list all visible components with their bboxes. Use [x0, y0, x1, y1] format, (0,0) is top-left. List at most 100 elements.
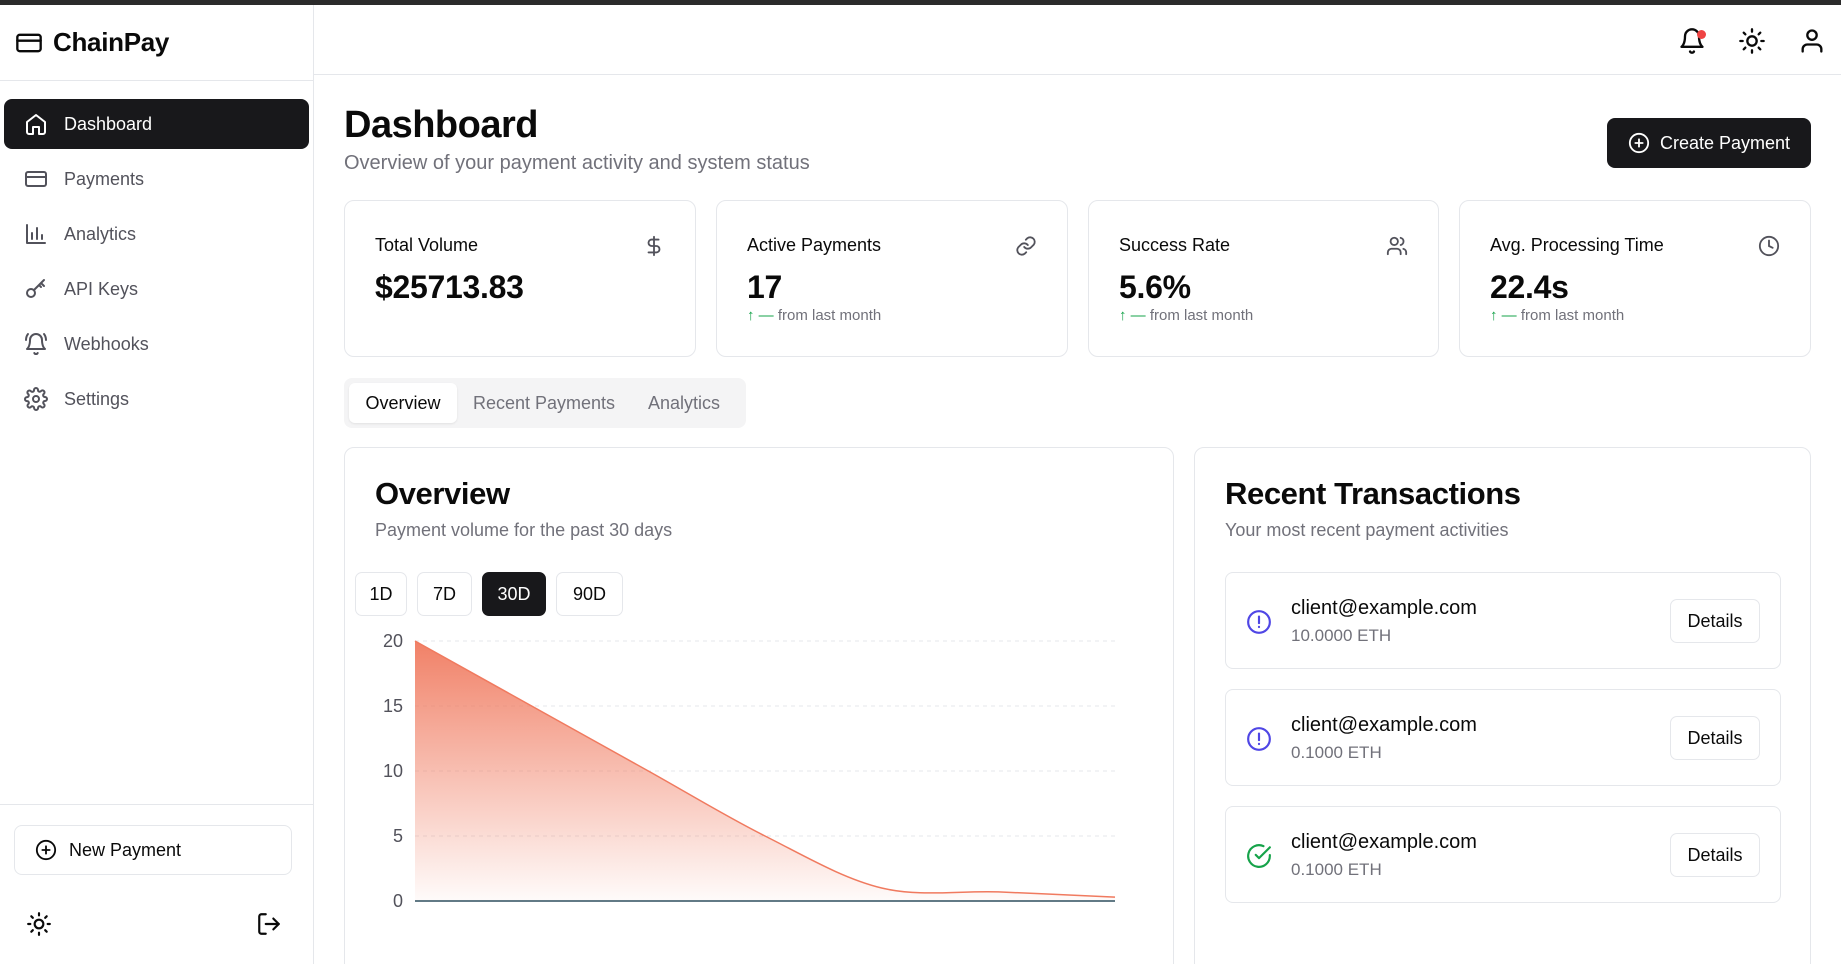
- stat-delta: ↑ — from last month: [747, 307, 881, 324]
- home-icon: [26, 114, 46, 135]
- details-button[interactable]: Details: [1670, 599, 1760, 643]
- arrow-up-icon: ↑: [747, 307, 755, 324]
- dashboard-tabs: Overview Recent Payments Analytics: [344, 378, 746, 428]
- y-tick-label: 15: [383, 696, 403, 716]
- stat-delta-text: from last month: [777, 307, 882, 324]
- user-icon[interactable]: [1798, 27, 1826, 55]
- recent-title: Recent Transactions: [1225, 476, 1521, 511]
- overview-card: Overview Payment volume for the past 30 …: [344, 447, 1174, 964]
- page-subtitle: Overview of your payment activity and sy…: [344, 152, 810, 174]
- brand-name: ChainPay: [53, 27, 170, 57]
- stat-label: Avg. Processing Time: [1490, 235, 1664, 255]
- range-1d-button[interactable]: 1D: [355, 572, 407, 616]
- sidebar-item-webhooks[interactable]: Webhooks: [4, 319, 309, 369]
- stat-card-active-payments: Active Payments 17 ↑ — from last month: [716, 200, 1068, 357]
- create-payment-label: Create Payment: [1659, 132, 1791, 153]
- transaction-item: client@example.com 0.1000 ETH Details: [1225, 806, 1781, 903]
- arrow-up-icon: ↑: [1490, 307, 1498, 324]
- stat-delta-change: —: [758, 307, 774, 324]
- logout-icon[interactable]: [256, 911, 282, 937]
- credit-card-icon: [25, 171, 47, 187]
- sidebar-item-api-keys[interactable]: API Keys: [4, 264, 309, 314]
- credit-card-icon: [16, 33, 42, 52]
- sidebar-item-label: Analytics: [64, 223, 137, 244]
- brand[interactable]: ChainPay: [0, 5, 313, 81]
- stat-delta-change: —: [1130, 307, 1146, 324]
- stat-delta-change: —: [1501, 307, 1517, 324]
- stat-card-success-rate: Success Rate 5.6% ↑ — from last month: [1088, 200, 1439, 357]
- stat-label: Success Rate: [1119, 235, 1231, 255]
- recent-transactions-card: Recent Transactions Your most recent pay…: [1194, 447, 1811, 964]
- details-button[interactable]: Details: [1670, 716, 1760, 760]
- check-circle-icon: [1247, 844, 1271, 868]
- details-button[interactable]: Details: [1670, 833, 1760, 877]
- sidebar-item-label: Dashboard: [64, 113, 153, 134]
- sidebar-item-label: Webhooks: [64, 333, 149, 354]
- sidebar-item-label: API Keys: [64, 278, 139, 299]
- sidebar-item-label: Payments: [64, 168, 145, 189]
- clock-icon: [1758, 235, 1780, 257]
- transaction-email: client@example.com: [1291, 597, 1477, 619]
- stat-value: 17: [747, 269, 782, 305]
- sidebar-item-dashboard[interactable]: Dashboard: [4, 99, 309, 149]
- page-title: Dashboard: [344, 104, 538, 146]
- bell-ring-icon: [25, 333, 47, 356]
- range-7d-button[interactable]: 7D: [417, 572, 472, 616]
- stat-delta: ↑ — from last month: [1490, 307, 1624, 324]
- alert-circle-icon: [1247, 610, 1271, 634]
- users-icon: [1386, 236, 1408, 256]
- overview-title: Overview: [375, 476, 510, 511]
- stat-value: 5.6%: [1119, 269, 1191, 305]
- stat-delta-text: from last month: [1520, 307, 1625, 324]
- y-tick-label: 0: [393, 891, 403, 911]
- transaction-email: client@example.com: [1291, 831, 1477, 853]
- sidebar-item-label: Settings: [64, 388, 130, 409]
- stat-value: 22.4s: [1490, 269, 1569, 305]
- bar-chart-icon: [26, 224, 46, 244]
- key-icon: [26, 279, 45, 298]
- transaction-amount: 10.0000 ETH: [1291, 626, 1392, 645]
- transaction-amount: 0.1000 ETH: [1291, 860, 1382, 879]
- gear-icon: [24, 387, 48, 411]
- link-icon: [1016, 236, 1036, 256]
- stat-card-total-volume: Total Volume $25713.83: [344, 200, 696, 357]
- tab-overview[interactable]: Overview: [349, 383, 457, 423]
- tab-recent-payments[interactable]: Recent Payments: [464, 383, 624, 423]
- y-tick-label: 20: [383, 631, 403, 651]
- sidebar-item-analytics[interactable]: Analytics: [4, 209, 309, 259]
- recent-subtitle: Your most recent payment activities: [1225, 520, 1509, 540]
- stat-delta-text: from last month: [1149, 307, 1254, 324]
- sun-icon[interactable]: [26, 911, 52, 937]
- transaction-item: client@example.com 0.1000 ETH Details: [1225, 689, 1781, 786]
- transaction-item: client@example.com 10.0000 ETH Details: [1225, 572, 1781, 669]
- sidebar-nav: Dashboard Payments Analytics API Keys We…: [0, 81, 313, 424]
- sidebar-item-payments[interactable]: Payments: [4, 154, 309, 204]
- y-tick-label: 5: [393, 826, 403, 846]
- stat-delta: ↑ — from last month: [1119, 307, 1253, 324]
- sidebar-item-settings[interactable]: Settings: [4, 374, 309, 424]
- stat-label: Total Volume: [375, 235, 479, 255]
- sun-icon[interactable]: [1738, 27, 1766, 55]
- y-tick-label: 10: [383, 761, 403, 781]
- notification-dot: [1697, 30, 1706, 39]
- arrow-up-icon: ↑: [1119, 307, 1127, 324]
- new-payment-label: New Payment: [69, 839, 182, 860]
- plus-circle-icon: [35, 839, 57, 861]
- stat-value: $25713.83: [375, 269, 524, 305]
- sidebar: ChainPay Dashboard Payments Analytics AP…: [0, 5, 314, 964]
- sidebar-footer: New Payment: [0, 804, 313, 964]
- range-30d-button[interactable]: 30D: [482, 572, 546, 616]
- tab-analytics[interactable]: Analytics: [632, 383, 736, 423]
- payment-volume-chart: 0 5 10 15 20: [383, 631, 1116, 911]
- transaction-amount: 0.1000 ETH: [1291, 743, 1382, 762]
- create-payment-button[interactable]: Create Payment: [1607, 118, 1811, 168]
- overview-subtitle: Payment volume for the past 30 days: [375, 520, 673, 540]
- stat-card-avg-processing-time: Avg. Processing Time 22.4s ↑ — from last…: [1459, 200, 1811, 357]
- range-90d-button[interactable]: 90D: [556, 572, 623, 616]
- new-payment-button[interactable]: New Payment: [14, 825, 292, 875]
- dollar-icon: [647, 235, 661, 257]
- transaction-email: client@example.com: [1291, 714, 1477, 736]
- alert-circle-icon: [1247, 727, 1271, 751]
- top-header: [314, 5, 1841, 75]
- plus-circle-icon: [1628, 132, 1650, 154]
